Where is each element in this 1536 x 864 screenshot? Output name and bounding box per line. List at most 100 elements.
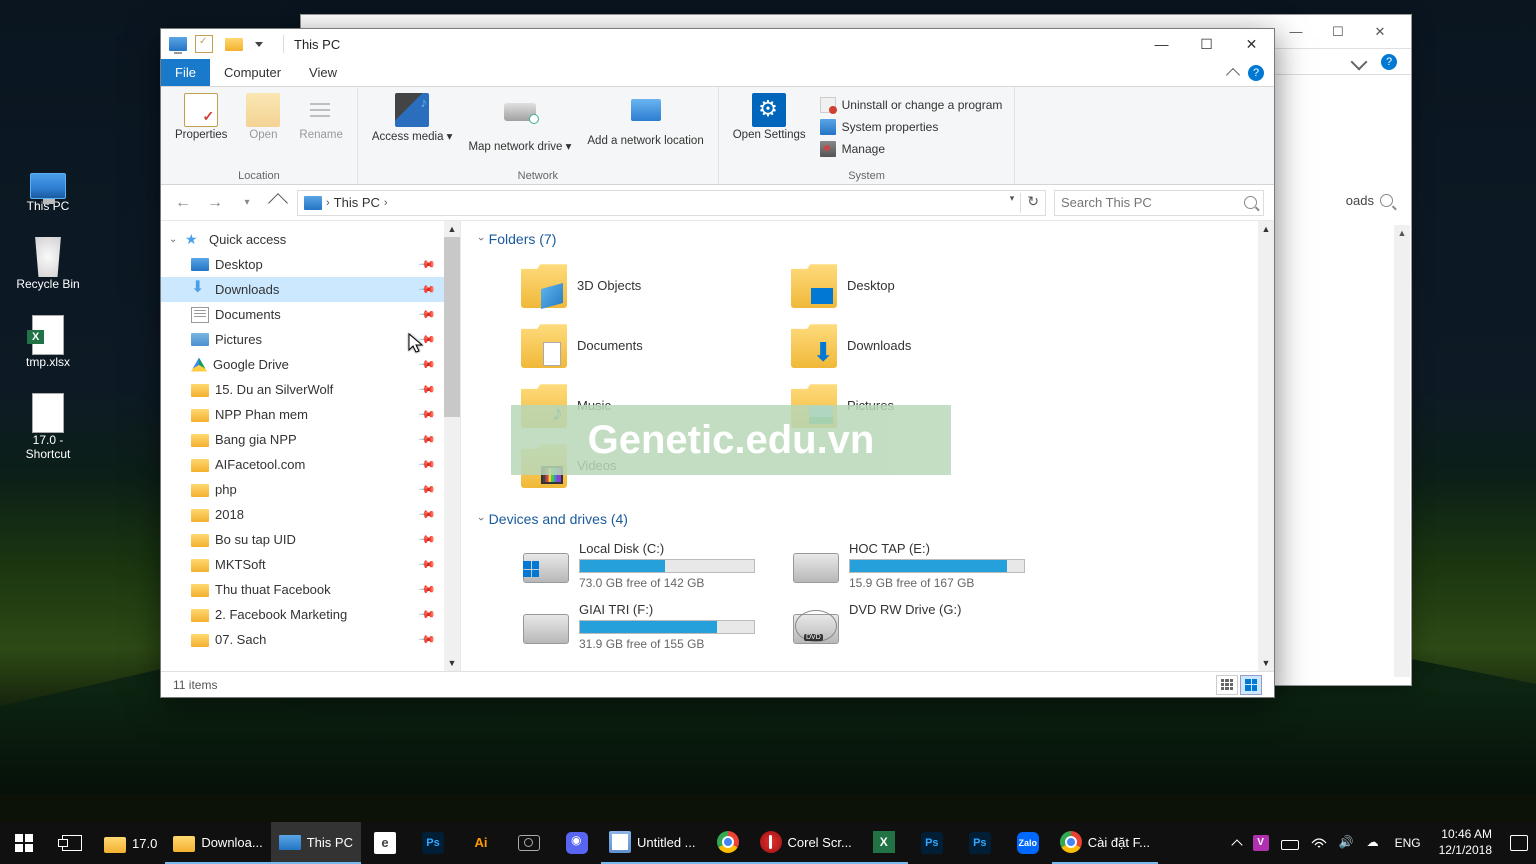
- desktop-shortcut[interactable]: 17.0 - Shortcut: [8, 390, 88, 464]
- nav-item-documents[interactable]: Documents📌: [161, 302, 460, 327]
- scroll-up-icon[interactable]: ▲: [1258, 221, 1274, 237]
- view-tiles-button[interactable]: [1240, 675, 1262, 695]
- bg-maximize-button[interactable]: ☐: [1317, 19, 1359, 45]
- chevron-right-icon[interactable]: ›: [384, 197, 388, 209]
- nav-item-npp-phan-mem[interactable]: NPP Phan mem📌: [161, 402, 460, 427]
- tray-app-icon[interactable]: V: [1253, 835, 1269, 851]
- titlebar[interactable]: This PC — ☐ ✕: [161, 29, 1274, 59]
- nav-item-bang-gia-npp[interactable]: Bang gia NPP📌: [161, 427, 460, 452]
- taskbar-notepad[interactable]: Untitled ...: [601, 822, 704, 864]
- nav-item-bo-su-tap-uid[interactable]: Bo su tap UID📌: [161, 527, 460, 552]
- folder-videos[interactable]: Videos: [519, 437, 759, 493]
- drive-dvd-rw-drive-g-[interactable]: DVD RW Drive (G:): [789, 598, 1029, 655]
- tray-onedrive-icon[interactable]: ☁: [1367, 835, 1383, 851]
- maximize-button[interactable]: ☐: [1184, 30, 1229, 58]
- breadcrumb-segment[interactable]: This PC: [334, 195, 380, 210]
- tray-language[interactable]: ENG: [1395, 836, 1421, 850]
- tray-clock[interactable]: 10:46 AM 12/1/2018: [1433, 827, 1498, 858]
- nav-item-mktsoft[interactable]: MKTSoft📌: [161, 552, 460, 577]
- nav-item-downloads[interactable]: ⬇Downloads📌: [161, 277, 460, 302]
- taskbar-downloads[interactable]: Downloa...: [165, 822, 270, 864]
- folder-3d-objects[interactable]: 3D Objects: [519, 257, 759, 313]
- drive-hoc-tap-e-[interactable]: HOC TAP (E:)15.9 GB free of 167 GB: [789, 537, 1029, 594]
- ribbon-properties[interactable]: Properties: [171, 91, 231, 143]
- taskbar-discord[interactable]: [553, 822, 601, 864]
- nav-item-pictures[interactable]: Pictures📌: [161, 327, 460, 352]
- start-button[interactable]: [0, 822, 48, 864]
- tab-file[interactable]: File: [161, 59, 210, 86]
- nav-item-15-du-an-silverwolf[interactable]: 15. Du an SilverWolf📌: [161, 377, 460, 402]
- bg-scrollbar[interactable]: ▲: [1394, 225, 1410, 677]
- bg-close-button[interactable]: ✕: [1359, 19, 1401, 45]
- taskbar-folder-17[interactable]: 17.0: [96, 822, 165, 864]
- scroll-down-icon[interactable]: ▼: [1258, 655, 1274, 671]
- ribbon-sys-props[interactable]: System properties: [818, 117, 1005, 137]
- ribbon-add-location[interactable]: Add a network location: [583, 91, 707, 149]
- ribbon-map-drive[interactable]: Map network drive ▾: [464, 91, 575, 155]
- taskbar-chrome[interactable]: [704, 822, 752, 864]
- scroll-down-icon[interactable]: ▼: [444, 655, 460, 671]
- folder-documents[interactable]: Documents: [519, 317, 759, 373]
- nav-item-2-facebook-marketing[interactable]: 2. Facebook Marketing📌: [161, 602, 460, 627]
- nav-item-aifacetool-com[interactable]: AIFacetool.com📌: [161, 452, 460, 477]
- qat-properties-icon[interactable]: [195, 35, 213, 53]
- ribbon-access-media[interactable]: Access media ▾: [368, 91, 457, 145]
- drive-local-disk-c-[interactable]: Local Disk (C:)73.0 GB free of 142 GB: [519, 537, 759, 594]
- ribbon-manage[interactable]: Manage: [818, 139, 1005, 159]
- desktop-recycle-bin[interactable]: Recycle Bin: [8, 234, 88, 294]
- nav-quick-access[interactable]: ⌄ ★ Quick access: [161, 227, 460, 252]
- view-details-button[interactable]: [1216, 675, 1238, 695]
- bg-ribbon-collapse-icon[interactable]: [1351, 53, 1368, 70]
- bg-search-icon[interactable]: [1380, 194, 1393, 207]
- address-dropdown-icon[interactable]: ▾: [1010, 193, 1015, 213]
- taskbar-corel[interactable]: Corel Scr...: [752, 822, 860, 864]
- ribbon-uninstall[interactable]: Uninstall or change a program: [818, 95, 1005, 115]
- taskbar-photoshop[interactable]: Ps: [409, 822, 457, 864]
- tray-overflow-icon[interactable]: [1231, 839, 1242, 850]
- nav-recent-button[interactable]: ▾: [235, 191, 259, 215]
- folder-downloads[interactable]: ⬇Downloads: [789, 317, 1029, 373]
- folder-desktop[interactable]: Desktop: [789, 257, 1029, 313]
- scroll-thumb[interactable]: [444, 237, 460, 417]
- nav-item-php[interactable]: php📌: [161, 477, 460, 502]
- folder-music[interactable]: ♪Music: [519, 377, 759, 433]
- bg-scroll-up-icon[interactable]: ▲: [1394, 225, 1410, 241]
- nav-item-google-drive[interactable]: Google Drive📌: [161, 352, 460, 377]
- search-input[interactable]: [1061, 195, 1244, 210]
- bg-minimize-button[interactable]: —: [1275, 19, 1317, 45]
- taskbar-camera[interactable]: [505, 822, 553, 864]
- nav-item-2018[interactable]: 2018📌: [161, 502, 460, 527]
- taskbar-this-pc[interactable]: This PC: [271, 822, 361, 864]
- help-icon[interactable]: ?: [1248, 65, 1264, 81]
- ribbon-open-settings[interactable]: Open Settings: [729, 91, 810, 143]
- qat-folder-icon[interactable]: [225, 38, 243, 51]
- content-scrollbar[interactable]: ▲ ▼: [1258, 221, 1274, 671]
- taskbar-app3[interactable]: Ps: [956, 822, 1004, 864]
- tray-volume-icon[interactable]: 🔊: [1339, 835, 1355, 851]
- minimize-button[interactable]: —: [1139, 30, 1184, 58]
- taskbar-chrome2[interactable]: Cài đặt F...: [1052, 822, 1158, 864]
- folders-section-header[interactable]: › Folders (7): [479, 231, 1256, 247]
- taskbar-excel[interactable]: X: [860, 822, 908, 864]
- ribbon-collapse-icon[interactable]: [1226, 67, 1240, 81]
- nav-forward-button[interactable]: →: [203, 191, 227, 215]
- desktop-this-pc[interactable]: This PC: [8, 170, 88, 216]
- nav-back-button[interactable]: ←: [171, 191, 195, 215]
- nav-item-thu-thuat-facebook[interactable]: Thu thuat Facebook📌: [161, 577, 460, 602]
- bg-help-icon[interactable]: ?: [1381, 54, 1397, 70]
- taskbar-edge[interactable]: e: [361, 822, 409, 864]
- drive-giai-tri-f-[interactable]: GIAI TRI (F:)31.9 GB free of 155 GB: [519, 598, 759, 655]
- search-icon[interactable]: [1244, 196, 1257, 209]
- taskbar-zalo[interactable]: Zalo: [1004, 822, 1052, 864]
- scroll-up-icon[interactable]: ▲: [444, 221, 460, 237]
- nav-scrollbar[interactable]: ▲ ▼: [444, 221, 460, 671]
- desktop-tmp-xlsx[interactable]: tmp.xlsx: [8, 312, 88, 372]
- tray-wifi-icon[interactable]: [1311, 835, 1327, 851]
- refresh-icon[interactable]: ↻: [1027, 193, 1039, 213]
- chevron-right-icon[interactable]: ›: [326, 197, 330, 209]
- search-box[interactable]: [1054, 190, 1264, 216]
- nav-item-desktop[interactable]: Desktop📌: [161, 252, 460, 277]
- address-breadcrumb[interactable]: › This PC › ▾ ↻: [297, 190, 1046, 216]
- taskbar-app2[interactable]: Ps: [908, 822, 956, 864]
- taskbar-illustrator[interactable]: Ai: [457, 822, 505, 864]
